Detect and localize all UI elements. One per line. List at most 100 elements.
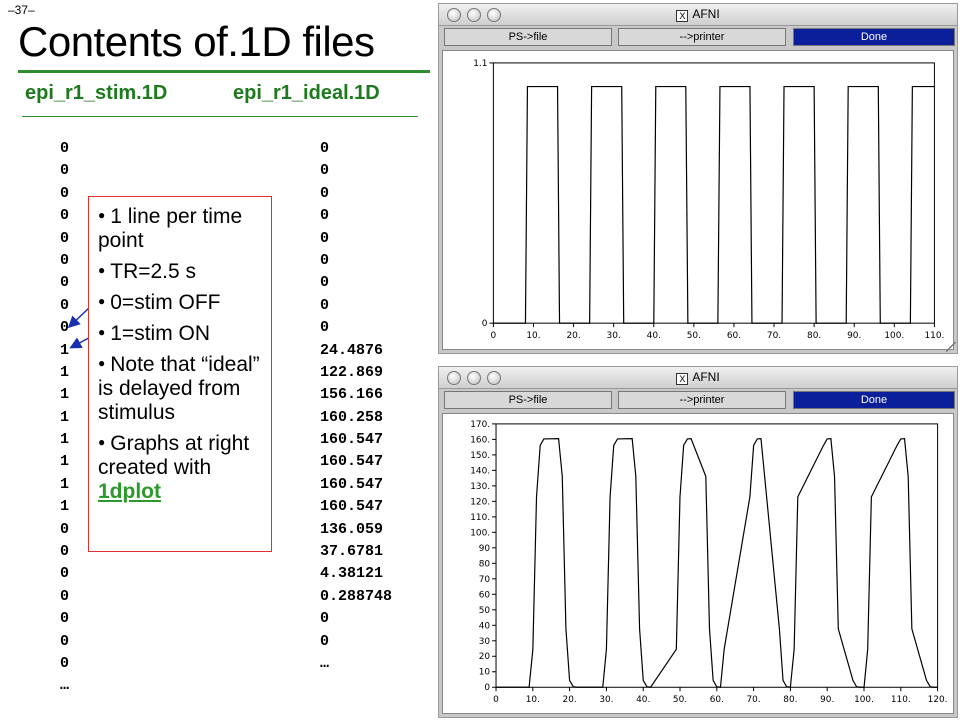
y-tick-label: 160. — [470, 435, 490, 445]
title-underline — [18, 70, 430, 73]
stim-chart: 0 10. 20. 30. 40. 50. 60. 70. 80. 90. 100. 110. 0 1.1 — [473, 59, 944, 341]
y-tick-label: 110. — [470, 513, 490, 523]
stim-value: 0 — [60, 184, 70, 202]
x-tick-label: 110. — [924, 331, 944, 341]
stim-value: 1 — [60, 453, 70, 471]
y-tick-label: 0 — [482, 319, 488, 329]
1dplot-link[interactable]: 1dplot — [98, 480, 161, 503]
y-tick-label: 30 — [479, 637, 491, 647]
printer-button[interactable]: -->printer — [618, 391, 786, 409]
ideal-value: 0 — [320, 162, 330, 180]
x-tick-label: 100. — [884, 331, 904, 341]
stim-value: 0 — [60, 296, 70, 314]
ideal-value: 122.869 — [320, 363, 384, 381]
x-tick-label: 70. — [747, 695, 761, 705]
ideal-plot-area: 0 10. 20. 30. 40. 50. 60. 70. 80. 90. 100. 110. 120.… — [442, 413, 954, 714]
y-tick-label: 20 — [479, 652, 491, 662]
stim-value: 0 — [60, 162, 70, 180]
ideal-value: 156.166 — [320, 386, 384, 404]
ideal-value: 0 — [320, 251, 330, 269]
y-tick-label: 130. — [470, 482, 490, 492]
x-tick-label: 90. — [820, 695, 834, 705]
ideal-value: 0 — [320, 229, 330, 247]
stim-value: 0 — [60, 140, 70, 157]
y-tick-label: 0 — [484, 683, 490, 693]
ideal-file-heading: epi_r1_ideal.1D — [233, 82, 380, 104]
y-tick-label: 10 — [479, 668, 491, 678]
x-tick-label: 60. — [727, 331, 741, 341]
stim-value: 1 — [60, 498, 70, 516]
ideal-value: 0.288748 — [320, 587, 393, 605]
page-number: –37– — [8, 3, 35, 17]
ideal-value: 136.059 — [320, 520, 384, 538]
window-title: AFNI — [692, 7, 720, 21]
ideal-value: 160.547 — [320, 453, 384, 471]
ideal-value: 160.547 — [320, 475, 384, 493]
ideal-values-column: 0 0 0 0 0 0 0 0 0 24.4876 122.869 156.166 160.258 160… — [320, 138, 392, 675]
slide-title: Contents of.1D files — [18, 18, 375, 65]
x-tick-label: 20. — [563, 695, 577, 705]
x-tick-label: 50. — [673, 695, 687, 705]
x-tick-label: 110. — [891, 695, 911, 705]
x-tick-label: 10. — [526, 331, 540, 341]
stim-value: 0 — [60, 610, 70, 628]
series-line — [496, 438, 938, 688]
y-tick-label: 80 — [479, 559, 491, 569]
window-title: AFNI — [692, 370, 720, 384]
stim-value: 0 — [60, 520, 70, 538]
x-tick-label: 0 — [493, 695, 499, 705]
y-tick-label: 60 — [479, 590, 491, 600]
window-titlebar[interactable]: X AFNI — [439, 4, 957, 26]
stim-value: 0 — [60, 543, 70, 561]
stim-value: 0 — [60, 319, 70, 337]
ps-file-button[interactable]: PS->file — [444, 28, 612, 46]
ideal-value: … — [320, 654, 330, 672]
notes-box: ● 1 line per time point ● TR=2.5 s ● 0=stim… — [88, 196, 272, 552]
ideal-value: 37.6781 — [320, 543, 384, 561]
ideal-value: 0 — [320, 632, 330, 650]
ideal-value: 0 — [320, 207, 330, 225]
plot-frame — [495, 423, 939, 688]
x-tick-label: 100. — [854, 695, 874, 705]
x-tick-label: 40. — [647, 331, 661, 341]
ideal-chart: 0 10. 20. 30. 40. 50. 60. 70. 80. 90. 100. 110. 120.… — [470, 420, 948, 705]
x-tick-label: 0 — [491, 331, 497, 341]
x-tick-label: 20. — [566, 331, 580, 341]
done-button[interactable]: Done — [793, 28, 955, 46]
note-item: ● 0=stim OFF — [98, 291, 221, 314]
ideal-value: 0 — [320, 319, 330, 337]
stim-value: 1 — [60, 475, 70, 493]
ps-file-button[interactable]: PS->file — [444, 391, 612, 409]
note-item: ● TR=2.5 s — [98, 260, 197, 283]
ideal-value: 4.38121 — [320, 565, 384, 583]
stim-value: 1 — [60, 363, 70, 381]
stim-value: 0 — [60, 587, 70, 605]
window-titlebar[interactable]: X AFNI — [439, 367, 957, 389]
note-item: ● 1=stim ON — [98, 322, 211, 345]
stim-value: 0 — [60, 565, 70, 583]
y-tick-label: 90 — [479, 544, 491, 554]
note-item: ● Graphs at right created with 1dplot — [98, 432, 250, 503]
x-tick-label: 60. — [710, 695, 724, 705]
x-tick-label: 80. — [783, 695, 797, 705]
stim-plot-area: 0 10. 20. 30. 40. 50. 60. 70. 80. 90. 100. 110. 0 1.1 — [442, 50, 954, 350]
x-tick-label: 120. — [928, 695, 948, 705]
stim-value: 0 — [60, 251, 70, 269]
x11-icon: X — [676, 10, 689, 22]
ideal-value: 160.547 — [320, 431, 384, 449]
y-tick-label: 140. — [470, 466, 490, 476]
printer-button[interactable]: -->printer — [618, 28, 786, 46]
ideal-value: 0 — [320, 610, 330, 628]
x-tick-label: 30. — [607, 331, 621, 341]
resize-handle[interactable] — [946, 342, 956, 352]
x-tick-label: 80. — [807, 331, 821, 341]
afni-window-stim: X AFNI PS->file -->printer Done 0 10. 20. 30… — [438, 3, 958, 354]
series-line — [493, 85, 935, 324]
done-button[interactable]: Done — [793, 391, 955, 409]
ideal-value: 160.258 — [320, 408, 384, 426]
stim-value: 0 — [60, 274, 70, 292]
stim-value: 0 — [60, 654, 70, 672]
x-tick-label: 40. — [636, 695, 650, 705]
ideal-value: 0 — [320, 184, 330, 202]
note-item: ● 1 line per time point — [98, 205, 243, 252]
